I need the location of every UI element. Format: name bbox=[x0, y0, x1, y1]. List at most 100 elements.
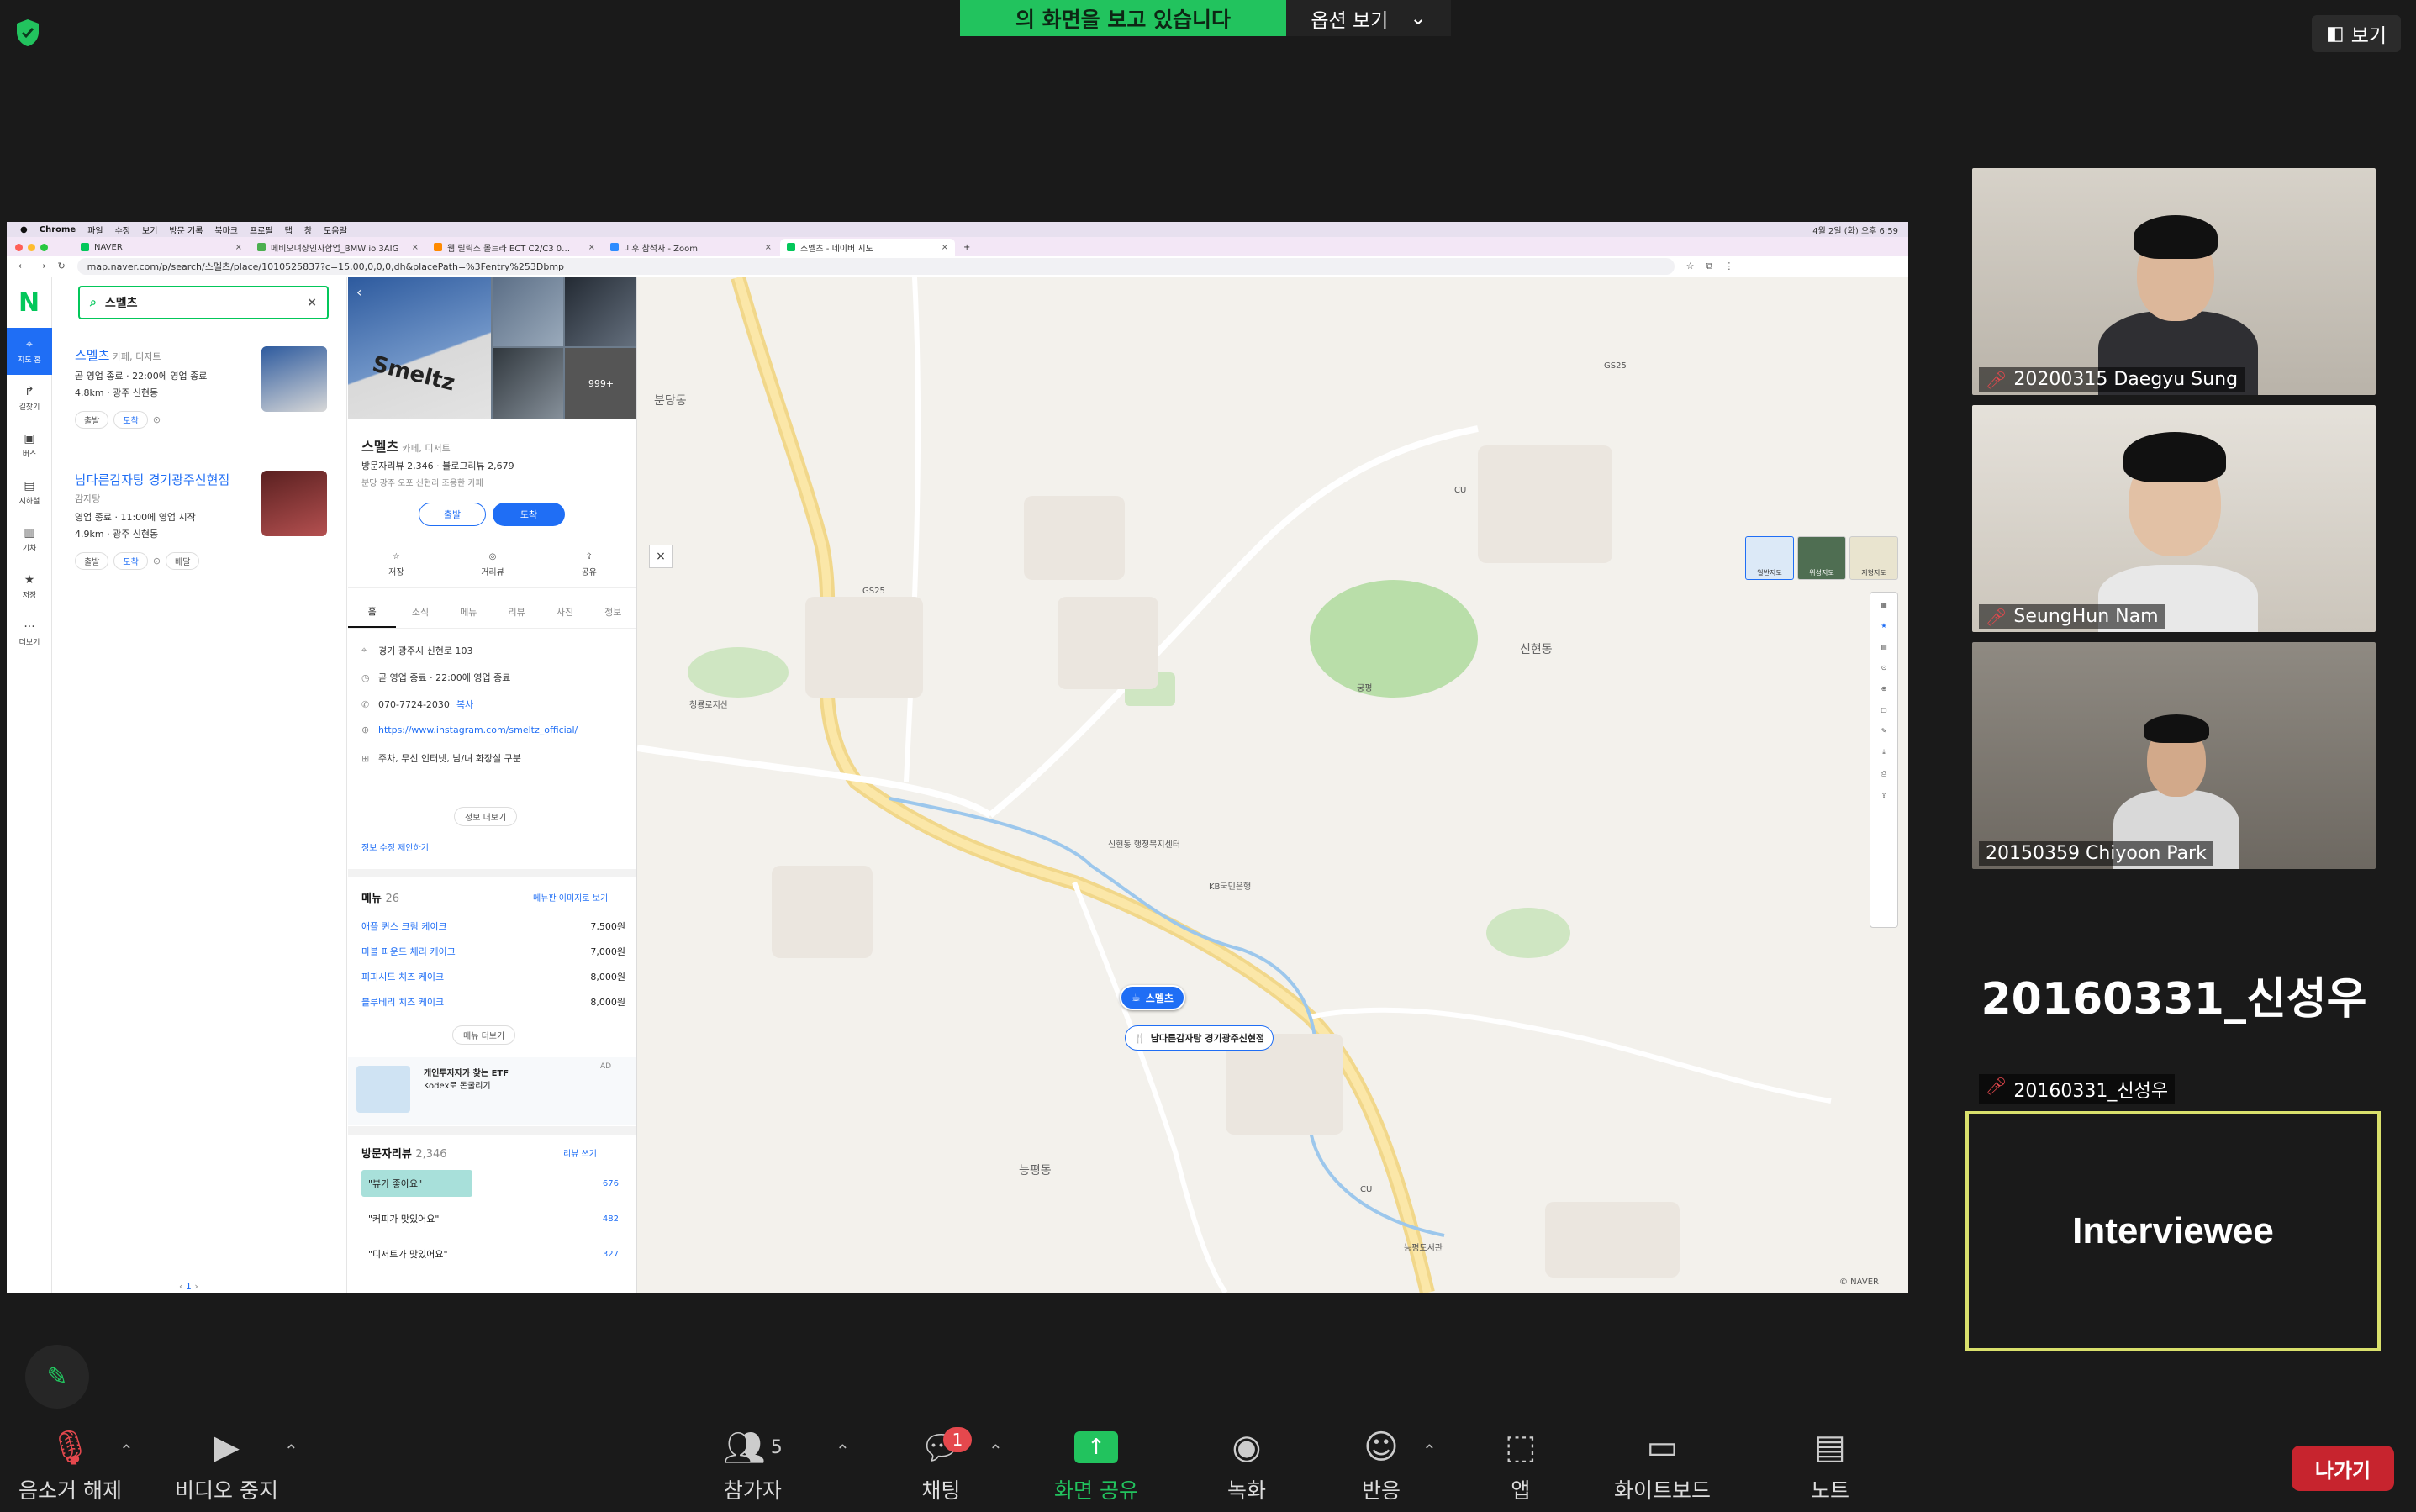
apps-button[interactable]: ⬚ 앱 bbox=[1505, 1428, 1537, 1504]
location-icon[interactable]: ⊙ bbox=[153, 556, 161, 566]
place-photo[interactable] bbox=[493, 348, 563, 419]
caret-up-icon[interactable]: ⌃ bbox=[284, 1441, 298, 1461]
download-icon[interactable]: ⤓ bbox=[1882, 748, 1886, 756]
streetview-action[interactable]: ◎ 거리뷰 bbox=[445, 541, 541, 587]
page-number[interactable]: 1 bbox=[186, 1281, 192, 1292]
minimize-window-icon[interactable] bbox=[28, 244, 35, 251]
participants-button[interactable]: 👥︎ 5 참가자 bbox=[723, 1429, 783, 1504]
caret-up-icon[interactable]: ⌃ bbox=[836, 1441, 850, 1461]
pencil-icon[interactable]: ✎ bbox=[1881, 727, 1887, 735]
menu-dots-icon[interactable]: ⋮ bbox=[1724, 261, 1733, 271]
menubar-item[interactable]: 파일 bbox=[87, 224, 103, 236]
extensions-icon[interactable]: ⧉ bbox=[1706, 261, 1713, 272]
view-options-button[interactable]: 옵션 보기 ⌄ bbox=[1286, 0, 1451, 36]
new-tab-button[interactable]: + bbox=[957, 239, 977, 256]
menubar-item[interactable]: 보기 bbox=[142, 224, 157, 236]
menubar-item[interactable]: Chrome bbox=[40, 225, 76, 234]
close-window-icon[interactable] bbox=[15, 244, 23, 251]
ad-banner[interactable]: 개인투자자가 찾는 ETF Kodex로 돈굴리기 AD bbox=[348, 1057, 636, 1125]
browser-tab[interactable]: 미후 참석자 - Zoom × bbox=[604, 239, 778, 256]
print-icon[interactable]: ⎙ bbox=[1881, 770, 1886, 778]
depart-button[interactable]: 출발 bbox=[419, 503, 486, 526]
map-pin[interactable]: 🍴 남다른감자탕 경기광주신현점 bbox=[1125, 1025, 1274, 1051]
tab-news[interactable]: 소식 bbox=[396, 595, 444, 628]
menubar-item[interactable]: 방문 기록 bbox=[169, 224, 203, 236]
reactions-button[interactable]: ☺ 반응 bbox=[1362, 1428, 1401, 1504]
result-item[interactable]: 남다른감자탕 경기광주신현점 감자탕 영업 종료 · 11:00에 영업 시작 … bbox=[75, 471, 327, 588]
arrive-button[interactable]: 도착 bbox=[113, 552, 148, 570]
location-icon[interactable]: ⊙ bbox=[153, 414, 161, 425]
map-close-button[interactable]: × bbox=[649, 545, 673, 568]
depart-button[interactable]: 출발 bbox=[75, 411, 109, 429]
depart-button[interactable]: 출발 bbox=[75, 552, 109, 570]
rail-subway[interactable]: ▤ 지하철 bbox=[7, 469, 52, 516]
menubar-item[interactable]: 프로필 bbox=[250, 224, 273, 236]
place-photo[interactable] bbox=[493, 277, 563, 346]
participant-tile[interactable]: 🎤︎ SeungHun Nam bbox=[1972, 405, 2376, 632]
close-icon[interactable]: × bbox=[588, 243, 595, 252]
distance-icon[interactable]: ⊕ bbox=[1881, 685, 1887, 693]
view-layout-button[interactable]: ◧ 보기 bbox=[2312, 15, 2401, 52]
close-icon[interactable]: × bbox=[235, 243, 242, 252]
tab-menu[interactable]: 메뉴 bbox=[445, 595, 493, 628]
menu-photo-link[interactable]: 메뉴판 이미지로 보기 bbox=[533, 891, 608, 904]
tab-reviews[interactable]: 리뷰 bbox=[493, 595, 541, 628]
place-stats[interactable]: 방문자리뷰 2,346 · 블로그리뷰 2,679 bbox=[361, 459, 514, 472]
info-address[interactable]: ⌖ 경기 광주시 신현로 103 bbox=[361, 644, 472, 657]
result-name[interactable]: 스멜츠 bbox=[75, 348, 109, 363]
stop-video-button[interactable]: ▶ 비디오 중지 bbox=[175, 1428, 278, 1504]
share-icon[interactable]: ⇪ bbox=[1881, 792, 1887, 799]
participant-tile-no-video[interactable]: 20160331_신성우 🎤︎ 20160331_신성우 bbox=[1972, 879, 2376, 1108]
browser-tab-active[interactable]: 스멜츠 - 네이버 지도 × bbox=[780, 239, 955, 256]
result-name[interactable]: 남다른감자탕 경기광주신현점 bbox=[75, 472, 229, 487]
streetview-icon[interactable]: ⊙ bbox=[1881, 664, 1887, 672]
write-review-link[interactable]: 리뷰 쓰기 bbox=[563, 1146, 597, 1159]
map-type-satellite[interactable]: 위성지도 bbox=[1797, 536, 1846, 580]
rail-bus[interactable]: ▣ 버스 bbox=[7, 422, 52, 469]
rail-directions[interactable]: ↱ 길찾기 bbox=[7, 375, 52, 422]
info-hours[interactable]: ◷ 곧 영업 종료 · 22:00에 영업 종료 bbox=[361, 671, 510, 684]
caret-up-icon[interactable]: ⌃ bbox=[119, 1441, 134, 1461]
tab-info[interactable]: 정보 bbox=[589, 595, 636, 628]
notes-button[interactable]: ▤ 노트 bbox=[1811, 1428, 1849, 1504]
url-field[interactable]: map.naver.com/p/search/스멜츠/place/1010525… bbox=[76, 257, 1675, 275]
place-photos[interactable]: Smeltz 999+ ‹ bbox=[348, 277, 636, 419]
caret-up-icon[interactable]: ⌃ bbox=[989, 1441, 1003, 1461]
menu-item[interactable]: 애플 퀸스 크림 케이크 7,500원 bbox=[361, 919, 625, 933]
result-item[interactable]: 스멜츠 카페, 디저트 곧 영업 종료 · 22:00에 영업 종료 4.8km… bbox=[75, 346, 327, 464]
more-photos-button[interactable]: 999+ bbox=[565, 348, 636, 419]
menubar-item[interactable]: 탭 bbox=[285, 224, 293, 236]
reload-icon[interactable]: ↻ bbox=[57, 261, 65, 271]
share-screen-button[interactable]: ↑ 화면 공유 bbox=[1054, 1429, 1138, 1504]
edit-suggest-link[interactable]: 정보 수정 제안하기 bbox=[361, 840, 429, 853]
menubar-item[interactable]: 창 bbox=[304, 224, 312, 236]
rail-map-home[interactable]: ⌖ 지도 홈 bbox=[7, 328, 52, 375]
browser-tab[interactable]: 웹 릴릭스 몰트라 ECT C2/C3 0… × bbox=[427, 239, 602, 256]
leave-button[interactable]: 나가기 bbox=[2292, 1446, 2394, 1491]
security-shield-icon[interactable] bbox=[15, 18, 40, 47]
arrive-button[interactable]: 도착 bbox=[113, 411, 148, 429]
close-icon[interactable]: × bbox=[942, 243, 948, 252]
layers-icon[interactable]: ▦ bbox=[1881, 601, 1887, 608]
participant-tile[interactable]: 20150359 Chiyoon Park bbox=[1972, 642, 2376, 869]
copy-phone-link[interactable]: 복사 bbox=[456, 698, 473, 711]
map-type-terrain[interactable]: 지형지도 bbox=[1849, 536, 1898, 580]
tab-photos[interactable]: 사진 bbox=[541, 595, 588, 628]
back-icon[interactable]: ← bbox=[18, 261, 26, 271]
more-info-button[interactable]: 정보 더보기 bbox=[454, 807, 518, 826]
record-button[interactable]: ◉ 녹화 bbox=[1227, 1428, 1266, 1504]
cadastral-icon[interactable]: ▤ bbox=[1881, 643, 1887, 651]
arrive-button[interactable]: 도착 bbox=[493, 503, 565, 526]
map-canvas[interactable]: 분당동 신현동 능평동 KB국민은행 신현동 행정복지센터 능평도서관 청룡로지… bbox=[637, 277, 1908, 1293]
caret-up-icon[interactable]: ⌃ bbox=[1422, 1441, 1437, 1461]
whiteboard-button[interactable]: ▭ 화이트보드 bbox=[1614, 1428, 1711, 1504]
menubar-item[interactable]: 도움말 bbox=[324, 224, 347, 236]
more-menu-button[interactable]: 메뉴 더보기 bbox=[452, 1025, 516, 1045]
rail-train[interactable]: ▥ 기차 bbox=[7, 516, 52, 563]
menu-item[interactable]: 블루베리 치즈 케이크 8,000원 bbox=[361, 995, 625, 1009]
forward-icon[interactable]: → bbox=[38, 261, 45, 271]
place-photo-main[interactable]: Smeltz bbox=[348, 277, 491, 419]
browser-tab[interactable]: 메비오녀상인사합업_BMW io 3AIG × bbox=[251, 239, 425, 256]
clear-search-icon[interactable]: × bbox=[307, 296, 317, 309]
back-arrow-icon[interactable]: ‹ bbox=[356, 284, 361, 300]
